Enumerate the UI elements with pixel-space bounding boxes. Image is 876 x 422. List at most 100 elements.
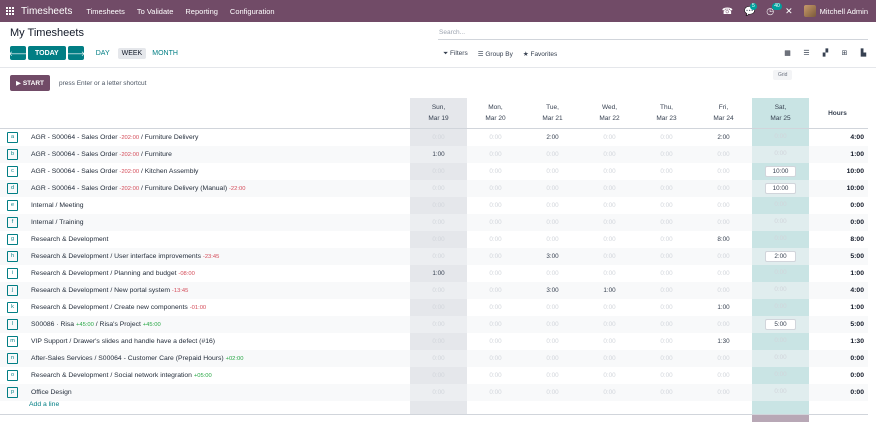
hours-cell-input[interactable]: 10:00 (765, 166, 796, 177)
hours-cell[interactable]: 0:00 (467, 282, 524, 299)
hours-cell[interactable]: 0:00 (467, 180, 524, 197)
hours-cell[interactable]: 0:00 (581, 146, 638, 163)
hours-cell[interactable]: 0:00 (695, 384, 752, 401)
row-shortcut-key[interactable]: h (7, 251, 18, 262)
filters-button[interactable]: ⏷ Filters (443, 50, 468, 58)
hours-cell-input[interactable]: 10:00 (765, 183, 796, 194)
grid-view-icon[interactable]: ▦ (779, 49, 796, 59)
hours-cell[interactable]: 0:00 (638, 367, 695, 384)
hours-cell[interactable]: 0:00 (467, 265, 524, 282)
hours-cell[interactable]: 0:00 (467, 333, 524, 350)
hours-cell-input[interactable]: 0:00 (765, 336, 796, 347)
hours-cell[interactable]: 0:00 (581, 214, 638, 231)
hours-cell[interactable]: 0:00 (410, 367, 467, 384)
row-shortcut-key[interactable]: o (7, 370, 18, 381)
hours-cell-input[interactable]: 0:00 (765, 285, 796, 296)
row-shortcut-key[interactable]: p (7, 387, 18, 398)
hours-cell-input[interactable]: 0:00 (765, 302, 796, 313)
hours-cell[interactable]: 0:00 (410, 214, 467, 231)
today-button[interactable]: TODAY (28, 46, 66, 60)
hours-cell[interactable]: 0:00 (581, 248, 638, 265)
hours-cell[interactable]: 1:00 (410, 146, 467, 163)
hours-cell[interactable]: 0:00 (410, 163, 467, 180)
kanban-view-icon[interactable]: ▞ (817, 49, 834, 59)
hours-cell-input[interactable]: 0:00 (765, 268, 796, 279)
hours-cell[interactable]: 0:00 (467, 146, 524, 163)
hours-cell[interactable]: 0:00 (410, 282, 467, 299)
apps-menu-icon[interactable] (6, 6, 15, 16)
hours-cell[interactable]: 0:00 (581, 350, 638, 367)
hours-cell[interactable]: 0:00 (695, 197, 752, 214)
add-line-link[interactable]: Add a line (29, 401, 59, 408)
favorites-button[interactable]: ★ Favorites (523, 50, 557, 58)
hours-cell[interactable]: 0:00 (581, 163, 638, 180)
hours-cell-input[interactable]: 5:00 (765, 319, 796, 330)
hours-cell[interactable]: 0:00 (638, 316, 695, 333)
hours-cell[interactable]: 0:00 (638, 350, 695, 367)
hours-cell[interactable]: 0:00 (695, 282, 752, 299)
hours-cell[interactable]: 0:00 (524, 384, 581, 401)
hours-cell-input[interactable]: 0:00 (765, 370, 796, 381)
hours-cell[interactable]: 0:00 (638, 248, 695, 265)
hours-cell[interactable]: 0:00 (695, 214, 752, 231)
hours-cell[interactable]: 0:00 (467, 248, 524, 265)
hours-cell-input[interactable]: 2:00 (765, 251, 796, 262)
hours-cell[interactable]: 0:00 (581, 231, 638, 248)
hours-cell[interactable]: 2:00 (695, 129, 752, 146)
hours-cell[interactable]: 2:00 (524, 129, 581, 146)
row-shortcut-key[interactable]: j (7, 285, 18, 296)
hours-cell[interactable]: 0:00 (467, 316, 524, 333)
hours-cell[interactable]: 3:00 (524, 282, 581, 299)
previous-button[interactable]: 🡐 (9, 46, 27, 60)
hours-cell[interactable]: 0:00 (695, 146, 752, 163)
hours-cell[interactable]: 0:00 (524, 299, 581, 316)
hours-cell[interactable]: 1:00 (410, 265, 467, 282)
hours-cell[interactable]: 0:00 (581, 180, 638, 197)
user-name[interactable]: Mitchell Admin (820, 7, 868, 16)
chat-icon[interactable]: 💬 5 (744, 0, 757, 22)
hours-cell[interactable]: 0:00 (524, 197, 581, 214)
menu-reporting[interactable]: Reporting (185, 7, 218, 16)
row-shortcut-key[interactable]: m (7, 336, 18, 347)
row-shortcut-key[interactable]: l (7, 319, 18, 330)
hours-cell[interactable]: 0:00 (638, 384, 695, 401)
hours-cell[interactable]: 0:00 (581, 129, 638, 146)
activity-clock-icon[interactable]: ◷ 40 (766, 0, 782, 22)
hours-cell[interactable]: 0:00 (695, 316, 752, 333)
hours-cell[interactable]: 0:00 (467, 350, 524, 367)
hours-cell[interactable]: 0:00 (581, 299, 638, 316)
hours-cell[interactable]: 0:00 (410, 316, 467, 333)
hours-cell[interactable]: 0:00 (410, 333, 467, 350)
row-shortcut-key[interactable]: e (7, 200, 18, 211)
hours-cell[interactable]: 0:00 (638, 146, 695, 163)
menu-timesheets[interactable]: Timesheets (86, 7, 125, 16)
row-shortcut-key[interactable]: g (7, 234, 18, 245)
hours-cell-input[interactable]: 0:00 (765, 353, 796, 364)
hours-cell[interactable]: 0:00 (410, 197, 467, 214)
hours-cell[interactable]: 0:00 (410, 231, 467, 248)
phone-icon[interactable]: ☎ (722, 0, 733, 22)
hours-cell[interactable]: 0:00 (524, 146, 581, 163)
hours-cell[interactable]: 0:00 (638, 129, 695, 146)
user-avatar[interactable] (803, 5, 816, 17)
row-shortcut-key[interactable]: b (7, 149, 18, 160)
hours-cell[interactable]: 1:00 (695, 299, 752, 316)
hours-cell[interactable]: 0:00 (467, 197, 524, 214)
hours-cell[interactable]: 0:00 (638, 333, 695, 350)
hours-cell[interactable]: 0:00 (410, 180, 467, 197)
row-shortcut-key[interactable]: i (7, 268, 18, 279)
hours-cell[interactable]: 0:00 (467, 231, 524, 248)
list-view-icon[interactable]: ☰ (798, 49, 815, 59)
hours-cell-input[interactable]: 0:00 (765, 132, 796, 143)
range-day-button[interactable]: DAY (92, 48, 114, 59)
hours-cell[interactable]: 0:00 (638, 197, 695, 214)
app-title[interactable]: Timesheets (21, 6, 72, 17)
row-shortcut-key[interactable]: k (7, 302, 18, 313)
hours-cell-input[interactable]: 0:00 (765, 200, 796, 211)
hours-cell[interactable]: 0:00 (581, 333, 638, 350)
hours-cell[interactable]: 0:00 (581, 384, 638, 401)
group-by-button[interactable]: ☰ Group By (478, 50, 513, 58)
pivot-view-icon[interactable]: ⊞ (836, 49, 853, 59)
hours-cell[interactable]: 0:00 (410, 384, 467, 401)
start-timer-button[interactable]: ▶ START (10, 75, 50, 91)
